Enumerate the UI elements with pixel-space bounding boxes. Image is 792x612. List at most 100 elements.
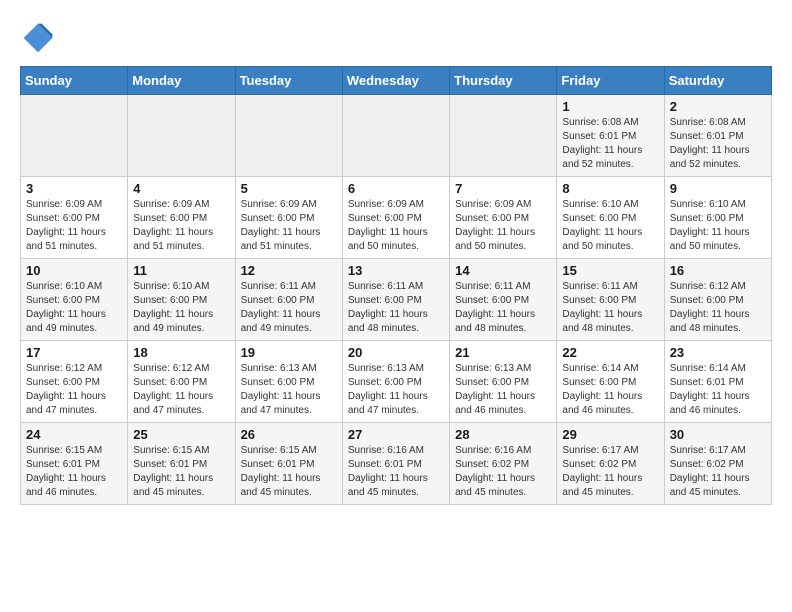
day-number: 24 (26, 427, 123, 442)
day-info: Sunrise: 6:15 AM Sunset: 6:01 PM Dayligh… (26, 444, 123, 500)
day-number: 18 (133, 345, 230, 360)
calendar-cell: 10 Sunrise: 6:10 AM Sunset: 6:00 PM Dayli… (21, 259, 128, 341)
day-info: Sunrise: 6:09 AM Sunset: 6:00 PM Dayligh… (26, 198, 123, 254)
day-info: Sunrise: 6:08 AM Sunset: 6:01 PM Dayligh… (562, 116, 659, 172)
day-number: 4 (133, 181, 230, 196)
calendar-table: SundayMondayTuesdayWednesdayThursdayFrid… (20, 66, 772, 505)
calendar-cell: 19 Sunrise: 6:13 AM Sunset: 6:00 PM Dayli… (235, 341, 342, 423)
page: SundayMondayTuesdayWednesdayThursdayFrid… (0, 0, 792, 525)
day-number: 27 (348, 427, 445, 442)
weekday-header-saturday: Saturday (664, 67, 771, 95)
day-info: Sunrise: 6:13 AM Sunset: 6:00 PM Dayligh… (241, 362, 338, 418)
calendar-body: 1 Sunrise: 6:08 AM Sunset: 6:01 PM Daylig… (21, 95, 772, 505)
day-info: Sunrise: 6:14 AM Sunset: 6:01 PM Dayligh… (670, 362, 767, 418)
calendar-cell: 2 Sunrise: 6:08 AM Sunset: 6:01 PM Daylig… (664, 95, 771, 177)
calendar-cell: 26 Sunrise: 6:15 AM Sunset: 6:01 PM Dayli… (235, 423, 342, 505)
day-info: Sunrise: 6:13 AM Sunset: 6:00 PM Dayligh… (455, 362, 552, 418)
day-number: 22 (562, 345, 659, 360)
day-number: 9 (670, 181, 767, 196)
logo-icon (20, 20, 56, 56)
weekday-header-wednesday: Wednesday (342, 67, 449, 95)
calendar-week-3: 10 Sunrise: 6:10 AM Sunset: 6:00 PM Dayli… (21, 259, 772, 341)
calendar-cell: 14Sunrise: 6:11 AM Sunset: 6:00 PM Dayli… (450, 259, 557, 341)
day-info: Sunrise: 6:10 AM Sunset: 6:00 PM Dayligh… (26, 280, 123, 336)
day-number: 20 (348, 345, 445, 360)
day-info: Sunrise: 6:08 AM Sunset: 6:01 PM Dayligh… (670, 116, 767, 172)
logo (20, 20, 60, 56)
day-info: Sunrise: 6:15 AM Sunset: 6:01 PM Dayligh… (241, 444, 338, 500)
calendar-cell: 22 Sunrise: 6:14 AM Sunset: 6:00 PM Dayli… (557, 341, 664, 423)
calendar-cell: 16Sunrise: 6:12 AM Sunset: 6:00 PM Dayli… (664, 259, 771, 341)
day-info: Sunrise: 6:14 AM Sunset: 6:00 PM Dayligh… (562, 362, 659, 418)
day-info: Sunrise: 6:12 AM Sunset: 6:00 PM Dayligh… (133, 362, 230, 418)
calendar-cell: 27 Sunrise: 6:16 AM Sunset: 6:01 PM Dayli… (342, 423, 449, 505)
calendar-cell (450, 95, 557, 177)
day-info: Sunrise: 6:09 AM Sunset: 6:00 PM Dayligh… (455, 198, 552, 254)
calendar-cell: 29Sunrise: 6:17 AM Sunset: 6:02 PM Dayli… (557, 423, 664, 505)
day-number: 10 (26, 263, 123, 278)
calendar-cell: 20 Sunrise: 6:13 AM Sunset: 6:00 PM Dayli… (342, 341, 449, 423)
day-number: 2 (670, 99, 767, 114)
day-number: 26 (241, 427, 338, 442)
day-number: 21 (455, 345, 552, 360)
calendar-cell (128, 95, 235, 177)
calendar-cell: 13 Sunrise: 6:11 AM Sunset: 6:00 PM Dayli… (342, 259, 449, 341)
day-number: 7 (455, 181, 552, 196)
weekday-header-monday: Monday (128, 67, 235, 95)
weekday-header-thursday: Thursday (450, 67, 557, 95)
weekday-header-sunday: Sunday (21, 67, 128, 95)
calendar-cell: 24 Sunrise: 6:15 AM Sunset: 6:01 PM Dayli… (21, 423, 128, 505)
day-info: Sunrise: 6:13 AM Sunset: 6:00 PM Dayligh… (348, 362, 445, 418)
day-number: 12 (241, 263, 338, 278)
calendar-week-4: 17Sunrise: 6:12 AM Sunset: 6:00 PM Dayli… (21, 341, 772, 423)
day-number: 6 (348, 181, 445, 196)
day-info: Sunrise: 6:09 AM Sunset: 6:00 PM Dayligh… (133, 198, 230, 254)
day-number: 1 (562, 99, 659, 114)
day-number: 30 (670, 427, 767, 442)
calendar-cell (342, 95, 449, 177)
calendar-cell: 28 Sunrise: 6:16 AM Sunset: 6:02 PM Dayli… (450, 423, 557, 505)
calendar-week-1: 1 Sunrise: 6:08 AM Sunset: 6:01 PM Daylig… (21, 95, 772, 177)
calendar-cell: 8 Sunrise: 6:10 AM Sunset: 6:00 PM Daylig… (557, 177, 664, 259)
calendar-cell: 3 Sunrise: 6:09 AM Sunset: 6:00 PM Daylig… (21, 177, 128, 259)
calendar-cell: 23 Sunrise: 6:14 AM Sunset: 6:01 PM Dayli… (664, 341, 771, 423)
day-info: Sunrise: 6:10 AM Sunset: 6:00 PM Dayligh… (562, 198, 659, 254)
day-info: Sunrise: 6:09 AM Sunset: 6:00 PM Dayligh… (348, 198, 445, 254)
day-number: 8 (562, 181, 659, 196)
calendar-cell (235, 95, 342, 177)
calendar-week-2: 3 Sunrise: 6:09 AM Sunset: 6:00 PM Daylig… (21, 177, 772, 259)
calendar-cell: 6 Sunrise: 6:09 AM Sunset: 6:00 PM Daylig… (342, 177, 449, 259)
day-number: 25 (133, 427, 230, 442)
calendar-cell: 15Sunrise: 6:11 AM Sunset: 6:00 PM Dayli… (557, 259, 664, 341)
day-info: Sunrise: 6:11 AM Sunset: 6:00 PM Dayligh… (562, 280, 659, 336)
calendar-cell: 12Sunrise: 6:11 AM Sunset: 6:00 PM Dayli… (235, 259, 342, 341)
day-number: 3 (26, 181, 123, 196)
day-number: 23 (670, 345, 767, 360)
calendar-cell: 17Sunrise: 6:12 AM Sunset: 6:00 PM Dayli… (21, 341, 128, 423)
weekday-header-tuesday: Tuesday (235, 67, 342, 95)
calendar-cell: 18 Sunrise: 6:12 AM Sunset: 6:00 PM Dayli… (128, 341, 235, 423)
weekday-header-friday: Friday (557, 67, 664, 95)
calendar-cell: 4 Sunrise: 6:09 AM Sunset: 6:00 PM Daylig… (128, 177, 235, 259)
calendar-cell: 25 Sunrise: 6:15 AM Sunset: 6:01 PM Dayli… (128, 423, 235, 505)
weekday-header-row: SundayMondayTuesdayWednesdayThursdayFrid… (21, 67, 772, 95)
calendar-cell: 9Sunrise: 6:10 AM Sunset: 6:00 PM Daylig… (664, 177, 771, 259)
header (20, 20, 772, 56)
day-info: Sunrise: 6:12 AM Sunset: 6:00 PM Dayligh… (26, 362, 123, 418)
day-number: 16 (670, 263, 767, 278)
day-info: Sunrise: 6:17 AM Sunset: 6:02 PM Dayligh… (562, 444, 659, 500)
day-number: 13 (348, 263, 445, 278)
day-info: Sunrise: 6:17 AM Sunset: 6:02 PM Dayligh… (670, 444, 767, 500)
calendar-cell (21, 95, 128, 177)
calendar-cell: 11Sunrise: 6:10 AM Sunset: 6:00 PM Dayli… (128, 259, 235, 341)
calendar-cell: 5Sunrise: 6:09 AM Sunset: 6:00 PM Daylig… (235, 177, 342, 259)
day-number: 19 (241, 345, 338, 360)
day-info: Sunrise: 6:16 AM Sunset: 6:01 PM Dayligh… (348, 444, 445, 500)
day-info: Sunrise: 6:11 AM Sunset: 6:00 PM Dayligh… (348, 280, 445, 336)
day-number: 14 (455, 263, 552, 278)
day-info: Sunrise: 6:16 AM Sunset: 6:02 PM Dayligh… (455, 444, 552, 500)
day-number: 5 (241, 181, 338, 196)
day-number: 28 (455, 427, 552, 442)
day-info: Sunrise: 6:15 AM Sunset: 6:01 PM Dayligh… (133, 444, 230, 500)
calendar-cell: 21 Sunrise: 6:13 AM Sunset: 6:00 PM Dayli… (450, 341, 557, 423)
